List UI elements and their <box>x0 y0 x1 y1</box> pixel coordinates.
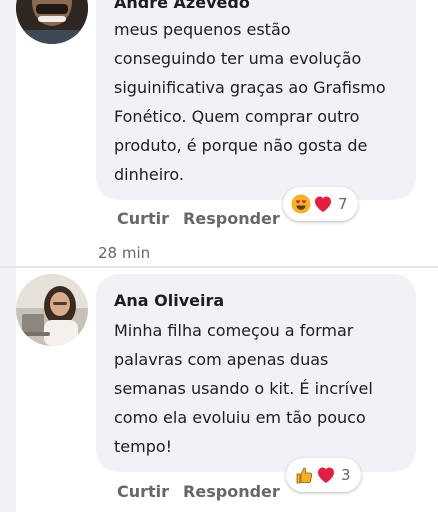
thumbs-up-icon <box>294 465 314 485</box>
comment-text: Minha filha começou a formar palavras co… <box>114 321 373 456</box>
heart-eyes-icon <box>291 194 311 214</box>
heart-icon <box>316 465 336 485</box>
divider <box>0 266 438 268</box>
heart-icon <box>313 194 333 214</box>
reply-button[interactable]: Responder <box>183 209 280 228</box>
reaction-count: 3 <box>341 466 351 484</box>
comment-actions: Curtir Responder <box>117 482 280 501</box>
left-gutter <box>0 0 16 512</box>
comment-author[interactable]: André Azevedo <box>114 0 250 12</box>
reaction-summary[interactable]: 3 <box>286 458 361 492</box>
comment-text: meus pequenos estão conseguindo ter uma … <box>114 20 386 184</box>
reaction-summary[interactable]: 7 <box>283 187 358 221</box>
reaction-count: 7 <box>338 195 348 213</box>
comment-feed: André Azevedo meus pequenos estão conseg… <box>0 0 438 512</box>
comment-author[interactable]: Ana Oliveira <box>114 291 224 310</box>
like-button[interactable]: Curtir <box>117 209 169 228</box>
reply-button[interactable]: Responder <box>183 482 280 501</box>
comment-actions: Curtir Responder <box>117 209 280 228</box>
avatar[interactable] <box>16 0 88 44</box>
like-button[interactable]: Curtir <box>117 482 169 501</box>
avatar[interactable] <box>16 274 88 346</box>
comment-timestamp[interactable]: 28 min <box>98 244 150 262</box>
